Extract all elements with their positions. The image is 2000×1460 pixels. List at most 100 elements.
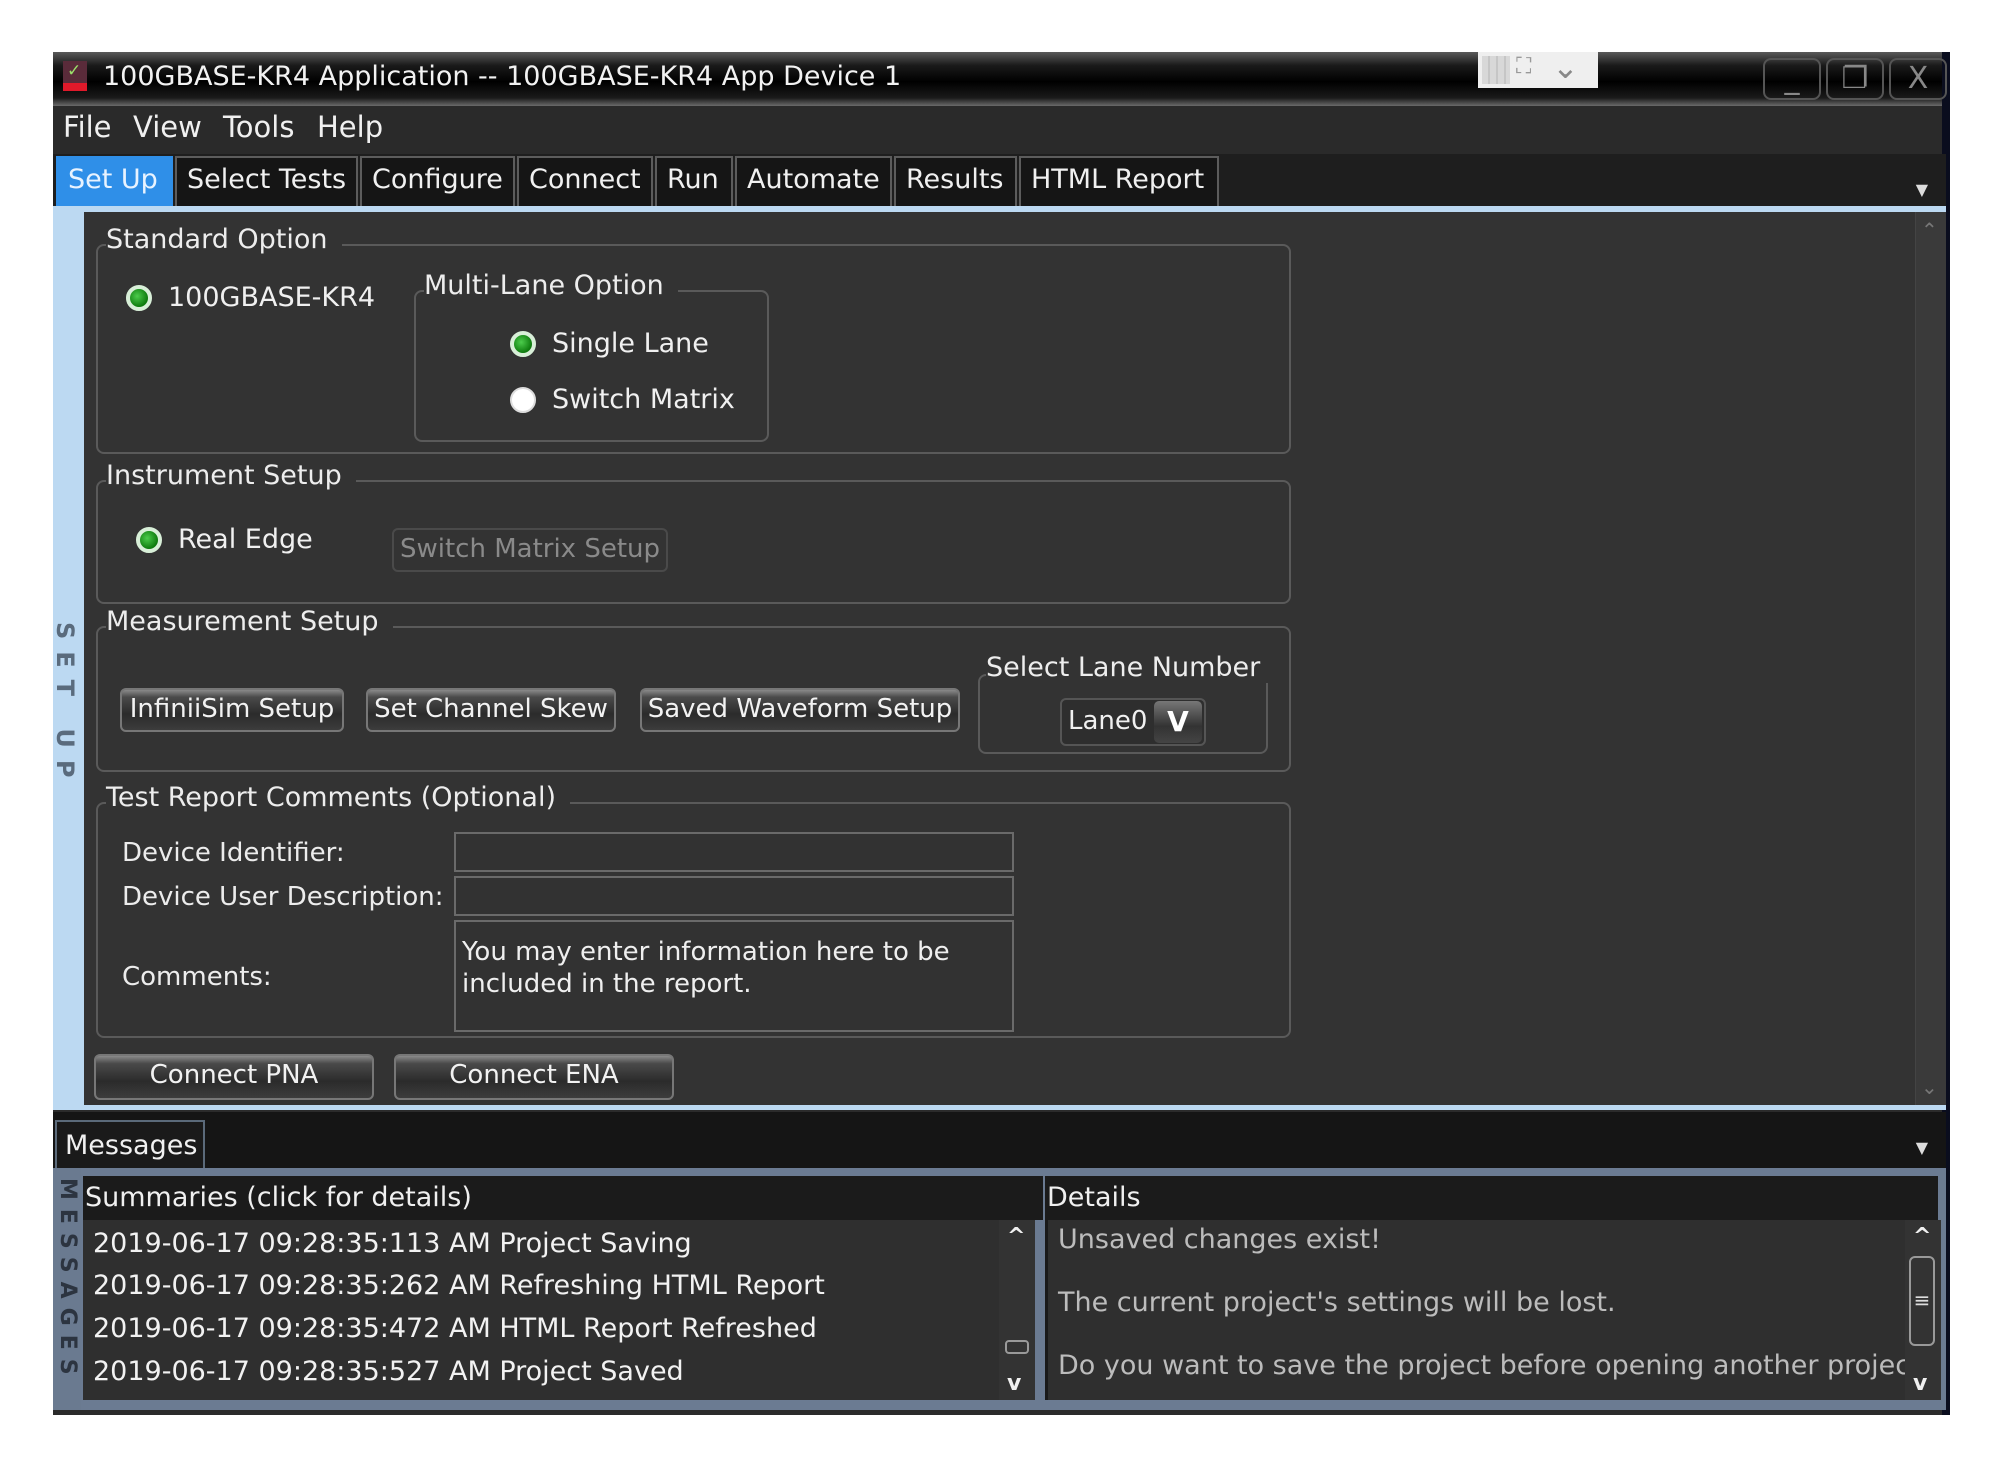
switch-matrix-setup-button[interactable]: Switch Matrix Setup (392, 528, 668, 572)
tab-messages[interactable]: Messages (55, 1120, 205, 1168)
details-panel: Unsaved changes exist! The current proje… (1045, 1220, 1941, 1400)
tab-select-tests[interactable]: Select Tests (175, 156, 358, 206)
summaries-header: Summaries (click for details) (83, 1176, 1043, 1220)
radio-selected-icon (136, 526, 162, 553)
connect-pna-button[interactable]: Connect PNA (94, 1054, 374, 1100)
summary-row[interactable]: 2019-06-17 09:28:35:113 AM Project Savin… (93, 1228, 692, 1259)
radio-label: Real Edge (178, 524, 313, 555)
minimize-button[interactable]: _ (1763, 58, 1821, 100)
messages-side-strip: MESSAGES (53, 1168, 81, 1410)
comments-text: You may enter information here to be inc… (462, 937, 950, 999)
minimize-icon: _ (1784, 61, 1800, 96)
app-window: ✓ 100GBASE-KR4 Application -- 100GBASE-K… (51, 48, 1950, 1415)
setup-scrollbar[interactable]: ⌃ ⌄ (1915, 212, 1946, 1105)
tab-configure[interactable]: Configure (360, 156, 515, 206)
set-channel-skew-button[interactable]: Set Channel Skew (366, 688, 616, 732)
details-scrollbar[interactable]: ^ ≡ v (1905, 1220, 1941, 1400)
scroll-up-icon[interactable]: ⌃ (1921, 218, 1938, 242)
connect-ena-button[interactable]: Connect ENA (394, 1054, 674, 1100)
lane-number-value: Lane0 (1068, 706, 1148, 736)
select-lane-group: Select Lane Number Lane0 V (978, 652, 1275, 754)
tab-html-report[interactable]: HTML Report (1019, 156, 1219, 206)
messages-panel: MESSAGES Summaries (click for details) 2… (53, 1168, 1946, 1410)
radio-switch-matrix[interactable]: Switch Matrix (510, 384, 735, 415)
measurement-setup-group: Measurement Setup InfiniiSim Setup Set C… (96, 606, 1291, 772)
check-icon: ✓ (67, 61, 82, 81)
test-report-comments-group: Test Report Comments (Optional) Device I… (96, 782, 1291, 1038)
setup-content: Standard Option 100GBASE-KR4 Multi-Lane … (84, 212, 1946, 1105)
close-button[interactable]: X (1889, 58, 1947, 100)
device-user-description-label: Device User Description: (122, 882, 444, 912)
chevron-down-icon[interactable]: ⌄ (1552, 48, 1579, 86)
radio-unselected-icon (510, 386, 536, 413)
summary-row[interactable]: 2019-06-17 09:28:35:527 AM Project Saved (93, 1356, 684, 1387)
messages-dropdown-icon[interactable]: ▼ (1916, 1138, 1928, 1157)
radio-label: Switch Matrix (552, 384, 735, 415)
tab-set-up[interactable]: Set Up (56, 156, 173, 206)
detail-line: Do you want to save the project before o… (1058, 1350, 1936, 1381)
multi-lane-option-legend: Multi-Lane Option (424, 270, 678, 301)
measurement-setup-legend: Measurement Setup (106, 606, 393, 637)
grid-icon[interactable] (1482, 56, 1510, 84)
instrument-setup-group: Instrument Setup Real Edge Switch Matrix… (96, 460, 1291, 604)
title-bar: ✓ 100GBASE-KR4 Application -- 100GBASE-K… (53, 48, 1947, 106)
radio-selected-icon (510, 330, 536, 357)
tab-bar: Set Up Select Tests Configure Connect Ru… (53, 154, 1946, 212)
standard-option-legend: Standard Option (106, 224, 342, 255)
menu-help[interactable]: Help (317, 110, 383, 144)
setup-panel: SET UP Standard Option 100GBASE-KR4 Mult… (51, 212, 1946, 1110)
close-icon: X (1907, 61, 1929, 96)
scroll-down-icon[interactable]: v (1007, 1371, 1021, 1396)
scroll-up-icon[interactable]: ^ (1007, 1224, 1025, 1249)
app-icon-bar (63, 83, 87, 91)
menu-view[interactable]: View (133, 110, 202, 144)
radio-label: Single Lane (552, 328, 709, 359)
title-tools: ⛶ ⌄ (1478, 48, 1598, 88)
infiniisim-setup-button[interactable]: InfiniiSim Setup (120, 688, 344, 732)
comments-label: Comments: (122, 962, 272, 992)
tab-list-dropdown-icon[interactable]: ▼ (1916, 180, 1928, 199)
expand-icon[interactable]: ⛶ (1516, 54, 1531, 79)
scroll-thumb-grip-icon[interactable]: ≡ (1909, 1256, 1935, 1346)
scroll-down-icon[interactable]: ⌄ (1921, 1075, 1938, 1099)
radio-real-edge[interactable]: Real Edge (136, 524, 313, 555)
saved-waveform-setup-button[interactable]: Saved Waveform Setup (640, 688, 960, 732)
menu-bar: File View Tools Help (53, 106, 1942, 154)
checkmark-app-icon: ✓ (63, 61, 87, 91)
summaries-scrollbar[interactable]: ^ v (999, 1220, 1035, 1400)
tab-connect[interactable]: Connect (517, 156, 653, 206)
radio-label: 100GBASE-KR4 (168, 282, 376, 313)
scroll-up-icon[interactable]: ^ (1913, 1224, 1931, 1249)
messages-side-label: MESSAGES (55, 1178, 80, 1384)
radio-100gbase-kr4[interactable]: 100GBASE-KR4 (126, 282, 375, 313)
instrument-setup-legend: Instrument Setup (106, 460, 356, 491)
scroll-down-icon[interactable]: v (1913, 1371, 1927, 1396)
scroll-thumb[interactable] (1005, 1340, 1029, 1354)
summaries-list: 2019-06-17 09:28:35:113 AM Project Savin… (83, 1220, 1035, 1400)
details-header: Details (1045, 1176, 1938, 1220)
radio-single-lane[interactable]: Single Lane (510, 328, 709, 359)
tab-automate[interactable]: Automate (735, 156, 892, 206)
test-report-comments-legend: Test Report Comments (Optional) (106, 782, 570, 813)
radio-selected-icon (126, 284, 152, 311)
summary-row[interactable]: 2019-06-17 09:28:35:472 AM HTML Report R… (93, 1313, 817, 1344)
chevron-down-icon[interactable]: V (1154, 701, 1202, 743)
select-lane-legend: Select Lane Number (986, 652, 1275, 683)
lane-number-select[interactable]: Lane0 V (1060, 698, 1206, 746)
device-identifier-label: Device Identifier: (122, 838, 345, 868)
menu-file[interactable]: File (63, 110, 112, 144)
menu-tools[interactable]: Tools (223, 110, 294, 144)
summary-row[interactable]: 2019-06-17 09:28:35:262 AM Refreshing HT… (93, 1270, 825, 1301)
setup-side-label: SET UP (51, 622, 79, 790)
restore-icon: ❐ (1841, 61, 1869, 96)
window-title: 100GBASE-KR4 Application -- 100GBASE-KR4… (103, 61, 902, 92)
restore-button[interactable]: ❐ (1826, 58, 1884, 100)
messages-tab-bar: Messages ▼ (53, 1112, 1946, 1168)
tab-results[interactable]: Results (894, 156, 1017, 206)
detail-line: Unsaved changes exist! (1058, 1224, 1381, 1255)
tab-run[interactable]: Run (655, 156, 733, 206)
multi-lane-option-group: Multi-Lane Option Single Lane Switch Mat… (414, 270, 769, 442)
device-user-description-field[interactable] (454, 876, 1014, 916)
comments-textarea[interactable]: You may enter information here to be inc… (454, 920, 1014, 1032)
device-identifier-field[interactable] (454, 832, 1014, 872)
